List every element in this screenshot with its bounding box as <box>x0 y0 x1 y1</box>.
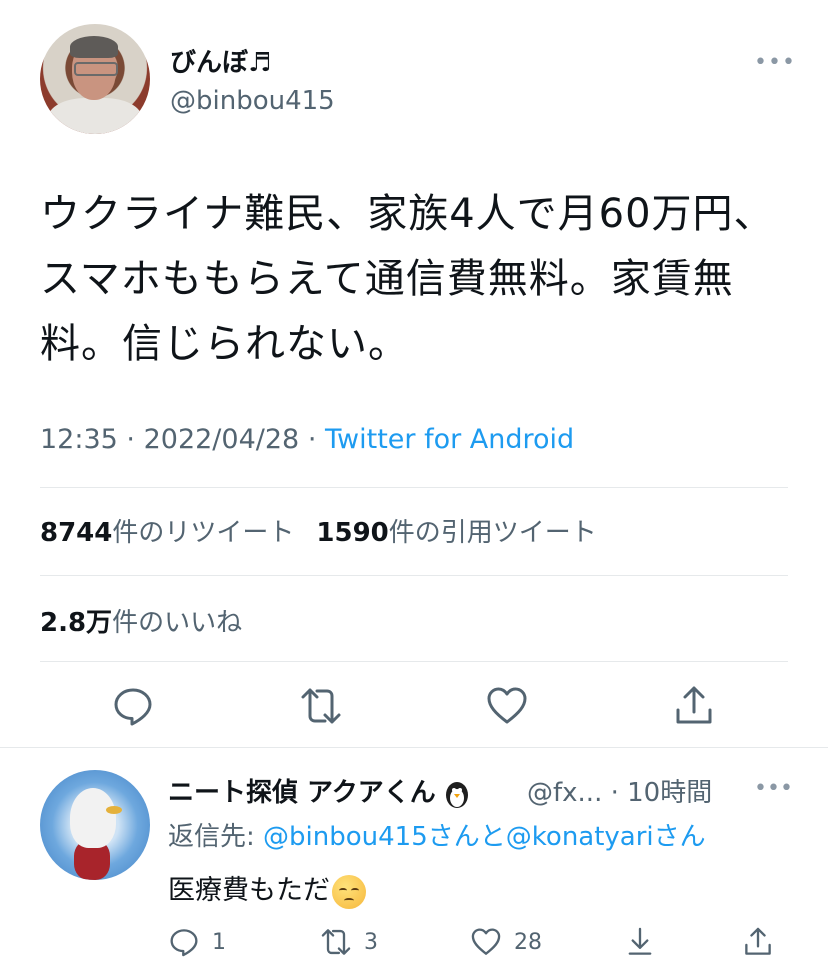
author-handle[interactable]: @binbou415 <box>170 86 335 116</box>
mention-link[interactable]: @konatyari <box>506 822 654 852</box>
mention-suffix: さん <box>653 822 706 852</box>
retweet-quote-stats: 8744件のリツイート 1590件の引用ツイート <box>40 512 597 549</box>
reply-time: 10時間 <box>627 778 713 808</box>
retweets-stat[interactable]: 8744件のリツイート <box>40 518 294 548</box>
reply-reply-button[interactable]: 1 <box>168 924 226 960</box>
mention-suffix: さんと <box>427 822 506 852</box>
tweet-meta: 12:35 · 2022/04/28 · Twitter for Android <box>40 424 574 455</box>
avatar-hair <box>70 36 118 58</box>
avatar-bird <box>70 788 116 848</box>
reply-author[interactable]: ニート探偵 アクアくん <box>168 772 472 809</box>
author-display-name[interactable]: びんぼ♬ <box>170 42 271 79</box>
reply-like-count: 28 <box>514 929 542 955</box>
divider <box>40 575 788 576</box>
share-icon <box>745 927 771 955</box>
replying-to: 返信先: @binbou415さんと@konatyariさん <box>168 816 706 853</box>
heart-icon <box>487 687 527 724</box>
reply-retweet-count: 3 <box>364 929 378 955</box>
reply-like-button[interactable]: 28 <box>470 924 542 960</box>
heart-icon <box>471 928 501 955</box>
like-button[interactable] <box>485 684 529 728</box>
reply-text-content: 医療費もただ <box>168 875 330 906</box>
quotes-count: 1590 <box>316 518 389 548</box>
share-button[interactable] <box>672 684 716 728</box>
divider <box>0 747 828 748</box>
retweets-label: 件のリツイート <box>112 518 295 548</box>
reply-button[interactable] <box>111 684 155 728</box>
tweet-source-link[interactable]: Twitter for Android <box>325 424 574 455</box>
more-options-icon[interactable]: ••• <box>754 50 796 75</box>
reply-more-options-icon[interactable]: ••• <box>754 776 793 801</box>
retweet-button[interactable] <box>299 684 343 728</box>
reply-display-name: ニート探偵 アクアくん <box>168 778 436 808</box>
likes-count: 2.8万 <box>40 608 113 638</box>
tweet-time: 12:35 <box>40 424 118 455</box>
reply-retweet-button[interactable]: 3 <box>320 924 378 960</box>
author-avatar[interactable] <box>40 24 150 134</box>
meta-separator: · <box>307 424 317 455</box>
reply-share-button[interactable] <box>742 924 774 960</box>
retweets-count: 8744 <box>40 518 113 548</box>
divider <box>40 487 788 488</box>
likes-label: 件のいいね <box>112 608 243 638</box>
pensive-face-icon <box>332 874 366 909</box>
avatar-glasses <box>74 62 118 76</box>
avatar-beak <box>106 806 122 814</box>
divider <box>40 661 788 662</box>
quotes-label: 件の引用ツイート <box>388 518 597 548</box>
share-icon <box>676 686 712 724</box>
reply-handle-time: @fx... · 10時間 <box>527 772 712 809</box>
reply-handle[interactable]: @fx... <box>527 778 602 808</box>
mention-link[interactable]: @binbou415 <box>263 822 428 852</box>
reply-icon <box>170 929 198 957</box>
likes-stat[interactable]: 2.8万件のいいね <box>40 602 242 639</box>
avatar-shirt <box>48 98 142 134</box>
time-separator: · <box>610 778 619 808</box>
reply-download-button[interactable] <box>624 924 656 960</box>
reply-text: 医療費もただ <box>168 868 366 909</box>
meta-separator: · <box>126 424 135 455</box>
reply-avatar[interactable] <box>40 770 150 880</box>
reply-icon <box>114 688 152 726</box>
tweet-date: 2022/04/28 <box>143 424 300 455</box>
reply-reply-count: 1 <box>212 929 226 955</box>
replying-to-label: 返信先: <box>168 822 264 852</box>
quotes-stat[interactable]: 1590件の引用ツイート <box>316 518 596 548</box>
retweet-icon <box>301 688 341 724</box>
download-icon <box>628 927 652 955</box>
retweet-icon <box>321 929 351 955</box>
penguin-icon <box>445 781 468 808</box>
tweet-text: ウクライナ難民、家族4人で月60万円、スマホももらえて通信費無料。家賃無料。信じ… <box>40 191 775 367</box>
